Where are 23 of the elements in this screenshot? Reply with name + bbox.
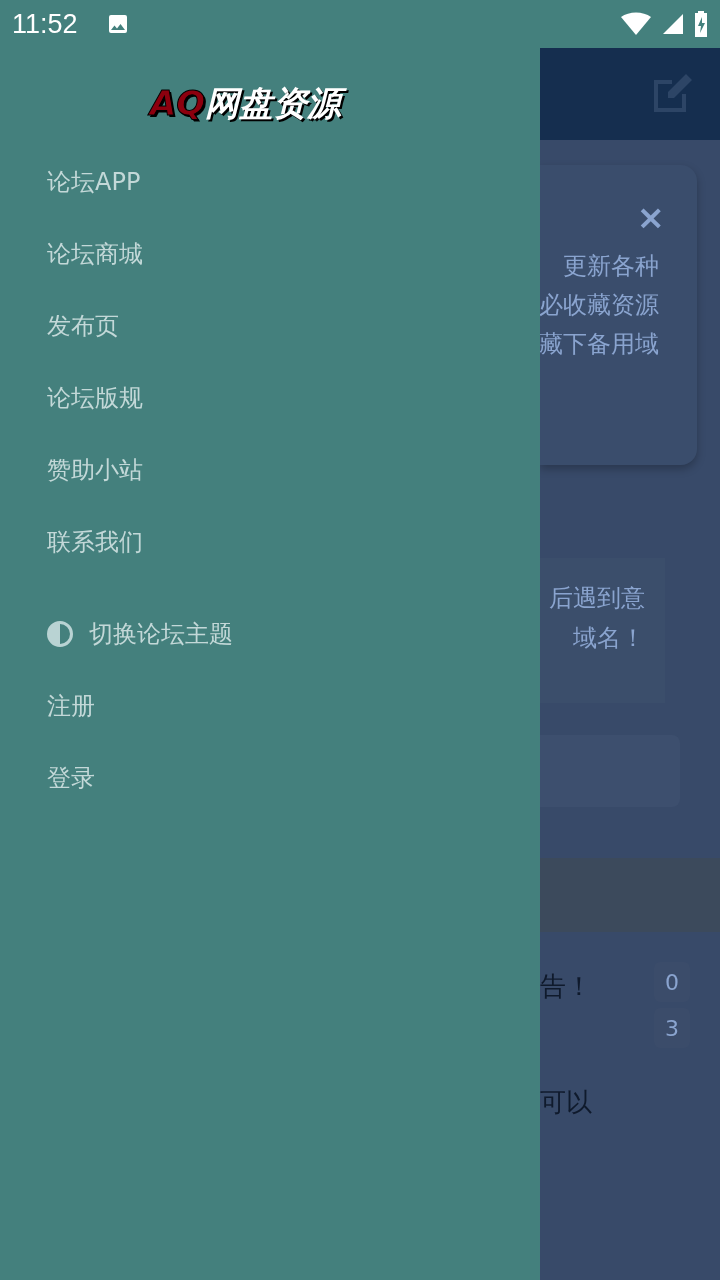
theme-switch-item[interactable]: 切换论坛主题 xyxy=(47,598,233,670)
contrast-icon xyxy=(47,621,73,647)
wifi-icon xyxy=(620,12,652,36)
close-button[interactable]: × xyxy=(636,197,665,237)
thread-title[interactable]: 可以 xyxy=(540,1078,592,1126)
menu-item[interactable]: 赞助小站 xyxy=(47,434,143,506)
menu-item[interactable]: 注册 xyxy=(47,670,95,742)
menu-item[interactable]: 发布页 xyxy=(47,290,119,362)
clock: 11:52 xyxy=(12,8,78,40)
logo: AQ网盘资源 xyxy=(150,78,540,128)
menu-item[interactable]: 论坛商城 xyxy=(47,218,143,290)
notice-text: 必收藏资源 xyxy=(540,290,659,321)
menu-item[interactable]: 联系我们 xyxy=(47,506,143,578)
menu-item[interactable]: 登录 xyxy=(47,742,95,814)
battery-icon xyxy=(694,11,708,37)
notice-text: 藏下备用域 xyxy=(540,329,659,360)
signal-icon xyxy=(662,13,684,35)
tip-text: 后遇到意 xyxy=(549,583,645,614)
menu-item[interactable]: 论坛APP xyxy=(47,146,141,218)
menu-item[interactable]: 论坛版规 xyxy=(47,362,143,434)
thread-title[interactable]: 告！ xyxy=(540,962,592,1048)
notice-text: 更新各种 xyxy=(563,251,659,282)
tip-text: 域名！ xyxy=(573,623,645,654)
